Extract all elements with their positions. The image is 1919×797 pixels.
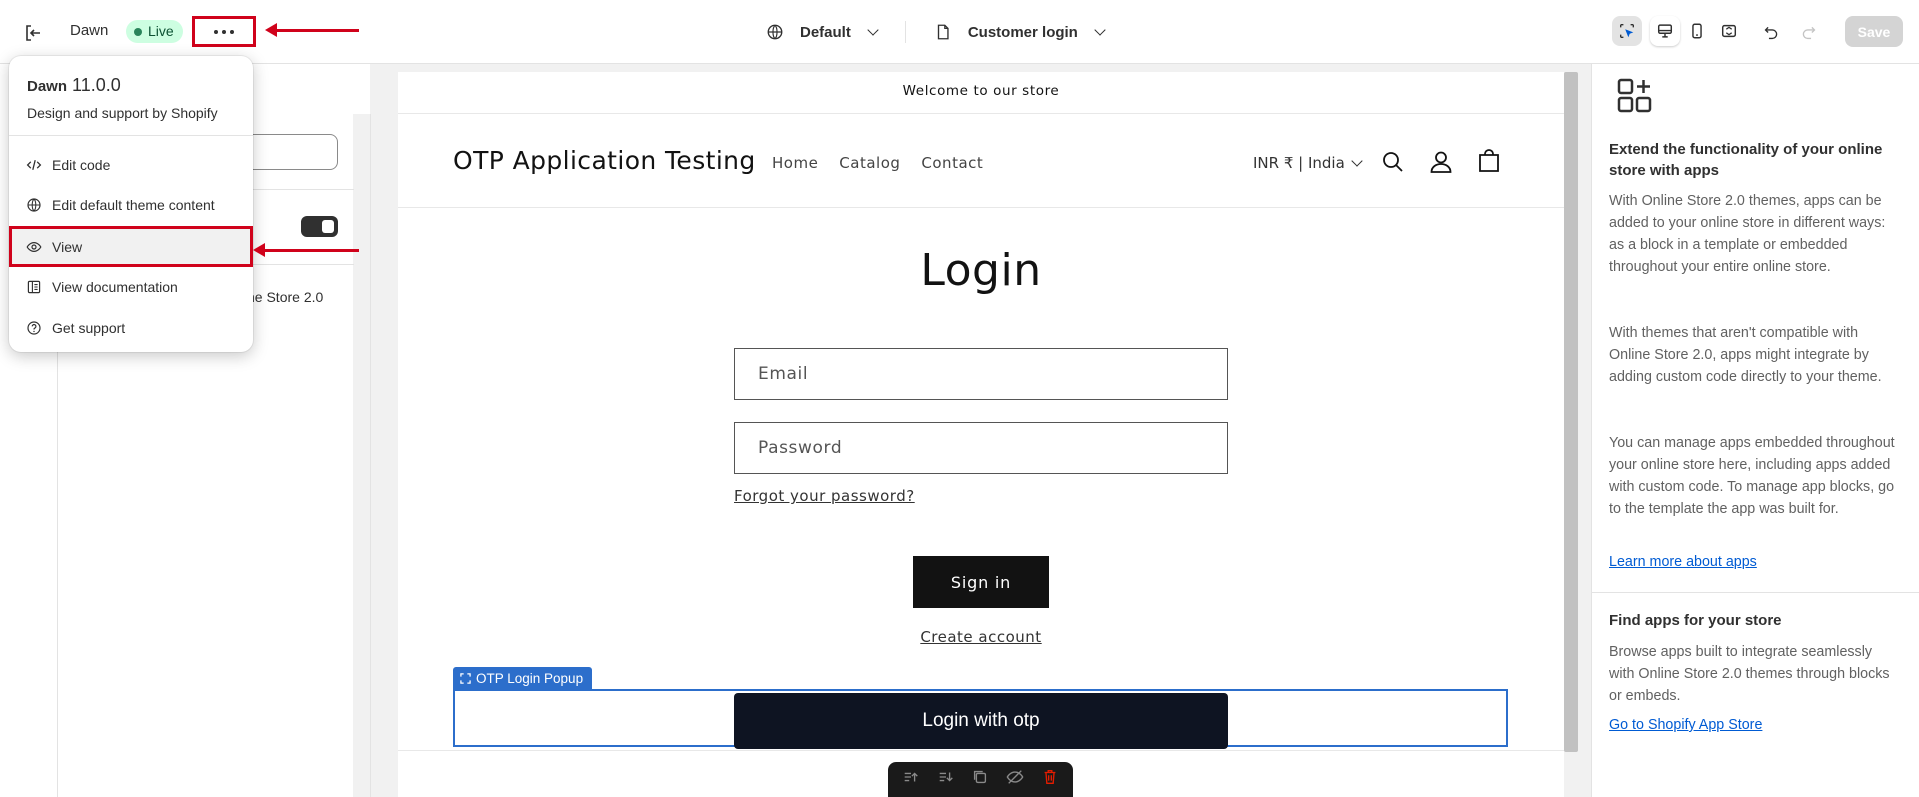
page-icon [937,24,949,40]
menu-item-get-support[interactable]: Get support [9,309,253,346]
find-apps-heading: Find apps for your store [1609,612,1782,629]
move-up-icon[interactable] [902,768,920,791]
sign-in-button[interactable]: Sign in [913,556,1049,608]
undo-icon[interactable] [1756,17,1786,47]
live-badge-label: Live [148,23,174,39]
question-icon [25,319,43,337]
delete-icon[interactable] [1041,768,1059,791]
apps-paragraph-1: With Online Store 2.0 themes, apps can b… [1609,193,1886,275]
eye-icon [25,238,43,256]
divider [398,750,1564,751]
save-button[interactable]: Save [1845,16,1903,47]
sidebar-partial-text: ne Store 2.0 [247,289,324,305]
learn-more-apps-link[interactable]: Learn more about apps [1609,554,1757,570]
main-nav: Home Catalog Contact [772,154,983,172]
theme-actions-menu: Dawn 11.0.0 Design and support by Shopif… [9,56,253,352]
nav-item-contact[interactable]: Contact [921,154,983,172]
template-selectors: Default Customer login [766,18,1106,46]
menu-item-view-documentation[interactable]: View documentation [9,268,253,305]
annotation-arrow-view [253,243,359,257]
preview-scrollbar[interactable] [1564,72,1578,752]
live-dot-icon [134,27,142,36]
cart-icon[interactable] [1475,148,1503,176]
nav-item-home[interactable]: Home [772,154,818,172]
code-icon [25,156,43,174]
menu-item-label: View documentation [52,278,178,295]
duplicate-icon[interactable] [971,768,989,791]
menu-header: Dawn 11.0.0 Design and support by Shopif… [9,56,253,136]
mobile-icon[interactable] [1682,16,1712,46]
login-title: Login [920,245,1042,296]
app-embed-toggle[interactable] [301,216,338,237]
search-input[interactable] [238,134,338,170]
menu-item-label: View [52,238,83,255]
template-selector[interactable]: Default [766,23,879,41]
more-actions-button[interactable] [192,16,256,47]
live-badge: Live [126,20,183,43]
account-icon[interactable] [1427,148,1455,176]
email-field[interactable]: Email [734,348,1228,400]
announcement-bar: Welcome to our store [398,72,1564,114]
book-icon [25,278,43,296]
chevron-down-icon [1351,155,1363,167]
login-with-otp-button[interactable]: Login with otp [734,693,1228,749]
otp-block-label[interactable]: OTP Login Popup [453,667,593,689]
apps-icon [1616,77,1654,120]
menu-item-edit-default-theme-content[interactable]: Edit default theme content [9,186,253,223]
find-apps-paragraph: Browse apps built to integrate seamlessl… [1609,644,1890,704]
move-down-icon[interactable] [937,768,955,791]
nav-item-catalog[interactable]: Catalog [839,154,900,172]
store-name[interactable]: OTP Application Testing [453,146,756,175]
apps-paragraph-3: You can manage apps embedded throughout … [1609,435,1895,517]
search-icon[interactable] [1379,148,1407,176]
desktop-icon[interactable] [1650,16,1680,46]
chevron-down-icon [1094,24,1106,36]
globe-icon [25,196,43,214]
template-selector-label: Default [800,23,851,41]
divider [1592,592,1919,593]
create-account-link[interactable]: Create account [920,628,1041,646]
inspector-toggle-icon[interactable] [1612,16,1642,46]
password-field[interactable]: Password [734,422,1228,474]
hide-icon[interactable] [1006,768,1024,791]
sidebar-scrollbar-inner[interactable] [353,114,370,797]
globe-icon [767,24,783,40]
annotation-arrow-top [265,23,359,37]
page-selector-label: Customer login [967,23,1078,41]
otp-block-label-text: OTP Login Popup [476,670,584,686]
menu-item-label: Edit code [52,156,111,173]
chevron-down-icon [867,24,879,36]
storefront-preview: Welcome to our store OTP Application Tes… [398,72,1564,797]
store-header: OTP Application Testing Home Catalog Con… [398,114,1564,208]
block-select-icon [460,672,471,684]
menu-item-label: Edit default theme content [52,196,215,213]
forgot-password-link[interactable]: Forgot your password? [734,487,915,505]
menu-title: Dawn 11.0.0 [27,75,236,96]
apps-info-panel: Extend the functionality of your online … [1591,64,1919,797]
fullscreen-icon[interactable] [1714,16,1744,46]
editor-topbar: Dawn Live Default Customer login Save [0,0,1919,64]
page-selector[interactable]: Customer login [934,23,1106,41]
device-switcher [1650,16,1744,48]
theme-name: Dawn [70,22,109,39]
menu-subtitle: Design and support by Shopify [27,105,218,121]
divider [904,21,906,43]
shopify-app-store-link[interactable]: Go to Shopify App Store [1609,717,1762,733]
menu-item-edit-code[interactable]: Edit code [9,146,253,183]
menu-item-view[interactable]: View [9,226,253,267]
block-toolbar [888,762,1073,797]
redo-icon[interactable] [1793,17,1823,47]
menu-item-label: Get support [52,319,126,336]
apps-paragraph-2: With themes that aren't compatible with … [1609,325,1882,385]
create-account-row: Create account [398,628,1564,646]
currency-label: INR ₹ | India [1253,154,1345,172]
exit-icon[interactable] [18,18,48,48]
menu-theme-version: 11.0.0 [72,75,121,95]
menu-theme-name: Dawn [27,78,68,95]
currency-selector[interactable]: INR ₹ | India [1253,154,1363,172]
apps-heading: Extend the functionality of your online … [1609,141,1883,179]
